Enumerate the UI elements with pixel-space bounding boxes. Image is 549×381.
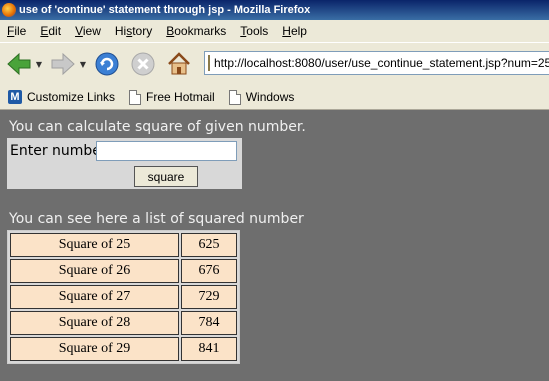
bookmark-label: Windows: [245, 90, 295, 104]
row-value: 676: [181, 259, 237, 283]
msn-icon: M: [8, 90, 22, 104]
stop-icon[interactable]: [128, 49, 158, 79]
row-label: Square of 27: [10, 285, 179, 309]
menu-bar: File Edit View History Bookmarks Tools H…: [0, 20, 549, 42]
menu-edit[interactable]: Edit: [33, 24, 68, 38]
row-label: Square of 25: [10, 233, 179, 257]
bookmark-customize-links[interactable]: M Customize Links: [8, 90, 115, 104]
page-icon: [129, 89, 142, 105]
address-url: http://localhost:8080/user/use_continue_…: [214, 56, 549, 70]
bookmark-free-hotmail[interactable]: Free Hotmail: [129, 89, 215, 105]
window-titlebar: use of 'continue' statement through jsp …: [0, 0, 549, 20]
row-value: 729: [181, 285, 237, 309]
row-value: 841: [181, 337, 237, 361]
list-heading: You can see here a list of squared numbe…: [9, 211, 304, 227]
forward-icon[interactable]: [48, 49, 78, 79]
menu-history[interactable]: History: [108, 24, 159, 38]
page-icon: [228, 89, 241, 105]
menu-view[interactable]: View: [68, 24, 108, 38]
window-title: use of 'continue' statement through jsp …: [19, 4, 311, 16]
page-favicon-icon: [208, 55, 210, 71]
squares-table: Square of 25 625 Square of 26 676 Square…: [7, 230, 240, 364]
square-button[interactable]: square: [134, 166, 198, 187]
forward-dropdown-icon[interactable]: ▼: [78, 60, 88, 69]
navigation-toolbar: ▼ ▼ http://localhost:8080/user/use_conti…: [0, 42, 549, 86]
number-input[interactable]: [96, 141, 237, 161]
table-row: Square of 28 784: [10, 311, 237, 335]
address-bar[interactable]: http://localhost:8080/user/use_continue_…: [204, 51, 549, 75]
enter-number-label: Enter number: [10, 143, 107, 159]
table-row: Square of 25 625: [10, 233, 237, 257]
menu-help[interactable]: Help: [275, 24, 314, 38]
bookmarks-toolbar: M Customize Links Free Hotmail Windows: [0, 85, 549, 110]
bookmark-windows[interactable]: Windows: [228, 89, 295, 105]
table-row: Square of 26 676: [10, 259, 237, 283]
menu-file[interactable]: File: [0, 24, 33, 38]
row-label: Square of 26: [10, 259, 179, 283]
menu-bookmarks[interactable]: Bookmarks: [159, 24, 233, 38]
back-dropdown-icon[interactable]: ▼: [34, 60, 44, 69]
row-value: 784: [181, 311, 237, 335]
back-icon[interactable]: [4, 49, 34, 79]
home-icon[interactable]: [164, 49, 194, 79]
table-row: Square of 27 729: [10, 285, 237, 309]
bookmark-label: Free Hotmail: [146, 90, 215, 104]
row-label: Square of 28: [10, 311, 179, 335]
row-label: Square of 29: [10, 337, 179, 361]
menu-tools[interactable]: Tools: [233, 24, 275, 38]
square-form: Enter number square: [7, 138, 242, 189]
firefox-icon: [2, 3, 16, 17]
table-row: Square of 29 841: [10, 337, 237, 361]
intro-text: You can calculate square of given number…: [9, 119, 306, 135]
row-value: 625: [181, 233, 237, 257]
bookmark-label: Customize Links: [27, 90, 116, 104]
reload-icon[interactable]: [92, 49, 122, 79]
